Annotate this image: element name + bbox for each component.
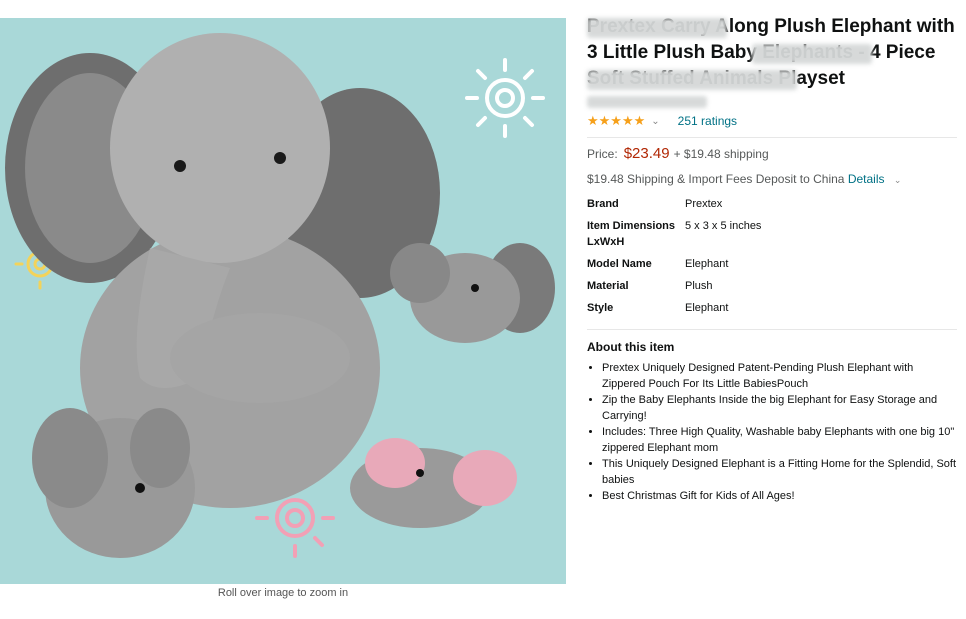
rating-row: ★★★★★ ⌄ 251 ratings xyxy=(587,112,957,130)
product-image[interactable] xyxy=(0,18,566,584)
details-link[interactable]: Details xyxy=(848,172,885,186)
import-fees-text: $19.48 Shipping & Import Fees Deposit to… xyxy=(587,172,845,186)
list-item: Includes: Three High Quality, Washable b… xyxy=(602,424,957,456)
store-link[interactable] xyxy=(587,94,957,110)
table-row: Model Name Elephant xyxy=(587,256,761,278)
chevron-down-icon[interactable]: ⌄ xyxy=(651,116,659,127)
about-title: About this item xyxy=(587,340,675,354)
star-icon[interactable]: ★★★★★ xyxy=(587,113,645,129)
list-item: Zip the Baby Elephants Inside the big El… xyxy=(602,392,957,424)
list-item: Prextex Uniquely Designed Patent-Pending… xyxy=(602,360,957,392)
specs-table: Brand Prextex Item Dimensions LxWxH 5 x … xyxy=(587,196,761,322)
table-row: Material Plush xyxy=(587,278,761,300)
price-label: Price: xyxy=(587,147,618,161)
import-fees-row: $19.48 Shipping & Import Fees Deposit to… xyxy=(587,172,957,186)
spec-value: 5 x 3 x 5 inches xyxy=(685,220,762,232)
spec-key: Material xyxy=(587,280,629,292)
spec-value: Elephant xyxy=(685,302,729,314)
elephant-plush-illustration xyxy=(0,18,566,584)
product-details: Prextex Carry Along Plush Elephant with … xyxy=(587,14,957,504)
spec-key: Brand xyxy=(587,198,619,210)
list-item: Best Christmas Gift for Kids of All Ages… xyxy=(602,488,957,504)
spec-key: Model Name xyxy=(587,258,652,270)
shipping-cost: + $19.48 shipping xyxy=(673,147,769,161)
spec-key: Style xyxy=(587,302,614,314)
table-row: Brand Prextex xyxy=(587,196,761,218)
spec-value: Prextex xyxy=(685,198,723,210)
spec-value: Elephant xyxy=(685,258,729,270)
spec-value: Plush xyxy=(685,280,713,292)
price-row: Price: $23.49 + $19.48 shipping xyxy=(587,145,957,162)
product-title[interactable]: Prextex Carry Along Plush Elephant with … xyxy=(587,14,957,92)
table-row: Style Elephant xyxy=(587,300,761,322)
divider xyxy=(587,137,957,138)
list-item: This Uniquely Designed Elephant is a Fit… xyxy=(602,456,957,488)
chevron-down-icon[interactable]: ⌄ xyxy=(894,175,902,185)
about-bullets: Prextex Uniquely Designed Patent-Pending… xyxy=(587,360,957,504)
zoom-hint: Roll over image to zoom in xyxy=(217,587,349,599)
spec-key: Item Dimensions LxWxH xyxy=(587,220,676,248)
divider xyxy=(587,329,957,330)
price-value: $23.49 xyxy=(623,145,670,162)
table-row: Item Dimensions LxWxH 5 x 3 x 5 inches xyxy=(587,218,761,256)
ratings-count-link[interactable]: 251 ratings xyxy=(678,114,737,128)
